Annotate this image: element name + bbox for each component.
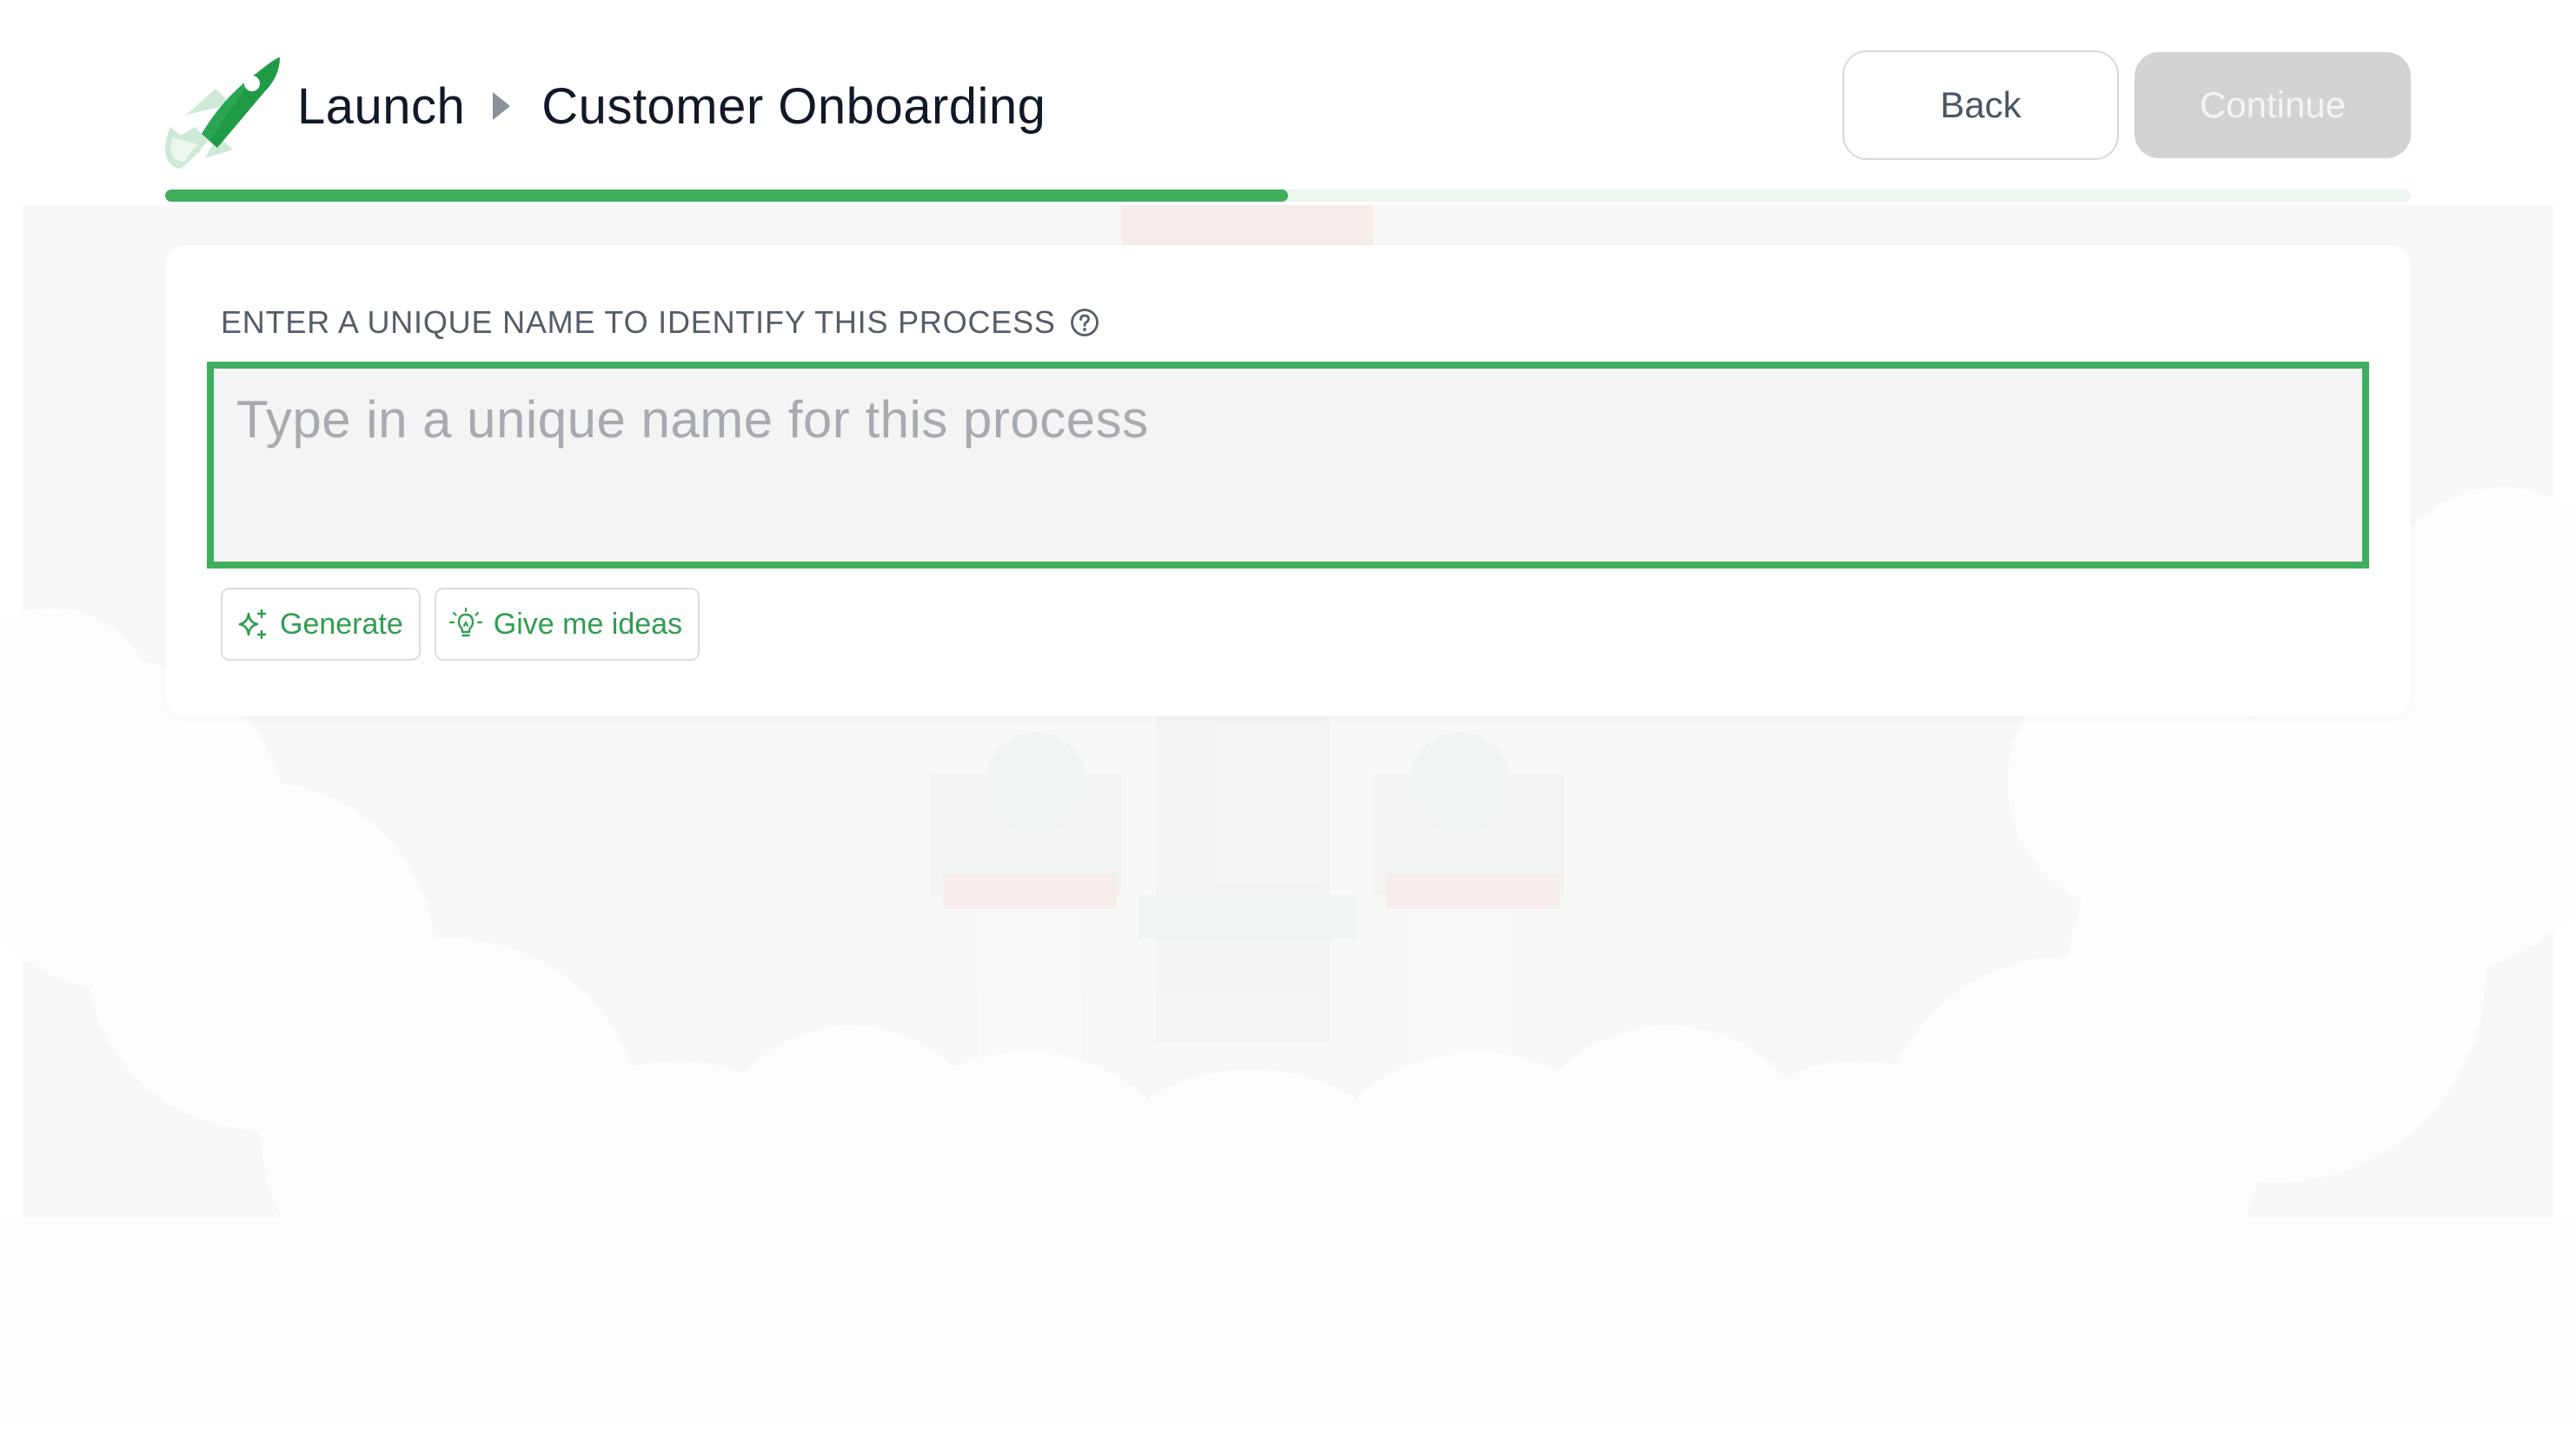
input-actions: Generate Give me ideas <box>221 588 700 661</box>
caret-right-icon <box>493 92 511 120</box>
question-circle-icon[interactable] <box>1070 308 1099 337</box>
process-name-card: ENTER A UNIQUE NAME TO IDENTIFY THIS PRO… <box>165 245 2411 716</box>
progress-bar <box>165 190 2411 202</box>
breadcrumb-launch[interactable]: Launch <box>297 77 465 136</box>
field-label-row: ENTER A UNIQUE NAME TO IDENTIFY THIS PRO… <box>221 304 1099 341</box>
progress-bar-fill <box>165 190 1288 202</box>
continue-button[interactable]: Continue <box>2134 52 2411 158</box>
field-label: ENTER A UNIQUE NAME TO IDENTIFY THIS PRO… <box>221 304 1056 340</box>
lightbulb-icon <box>448 607 482 637</box>
rocket-icon <box>164 57 280 169</box>
give-me-ideas-label: Give me ideas <box>493 607 683 641</box>
sparkles-icon <box>238 609 267 640</box>
back-button[interactable]: Back <box>1842 50 2119 160</box>
process-name-input-wrapper <box>207 362 2369 569</box>
give-me-ideas-button[interactable]: Give me ideas <box>434 588 700 661</box>
onboarding-screen: Launch Customer Onboarding Back Continue… <box>0 0 2576 1450</box>
breadcrumb-current: Customer Onboarding <box>541 77 1046 135</box>
generate-label: Generate <box>280 607 403 641</box>
process-name-input[interactable] <box>214 369 2362 562</box>
breadcrumb: Launch Customer Onboarding <box>297 70 1046 143</box>
rocket-launch-background <box>0 205 2576 1450</box>
generate-button[interactable]: Generate <box>221 588 421 661</box>
